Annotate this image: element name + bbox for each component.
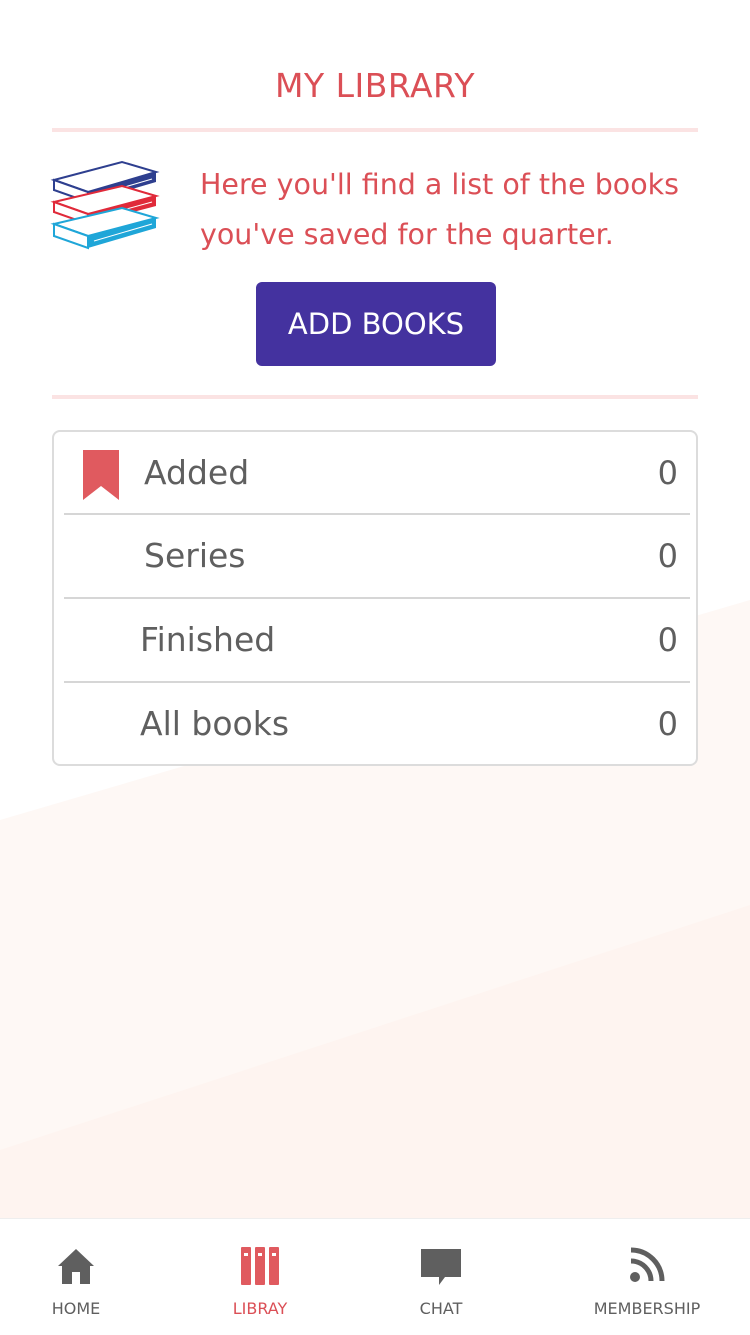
list-item-label: Finished — [140, 620, 276, 659]
intro-text: Here you'll find a list of the books you… — [200, 168, 680, 251]
tab-label: MEMBERSHIP — [593, 1299, 701, 1318]
tab-chat[interactable]: CHAT — [391, 1219, 491, 1335]
list-item-all-books[interactable]: All books 0 — [64, 683, 690, 765]
tab-label: CHAT — [419, 1299, 463, 1318]
bookmark-icon — [83, 450, 119, 500]
list-item-count: 0 — [657, 454, 678, 492]
list-item-label: All books — [140, 704, 290, 743]
header-divider — [52, 128, 698, 132]
tab-home[interactable]: HOME — [26, 1219, 126, 1335]
list-item-count: 0 — [657, 537, 678, 575]
home-icon — [58, 1249, 94, 1284]
list-item-count: 0 — [657, 621, 678, 659]
chat-icon — [421, 1249, 461, 1285]
books-stack-icon — [50, 160, 160, 250]
tab-label: LIBRAY — [232, 1299, 288, 1318]
page-title: MY LIBRARY — [274, 66, 476, 105]
library-icon — [241, 1247, 279, 1285]
rss-icon — [630, 1247, 665, 1282]
tab-label: HOME — [51, 1299, 101, 1318]
library-list: Added 0 Series 0 Finished 0 All books 0 — [52, 430, 698, 766]
list-item-added[interactable]: Added 0 — [64, 432, 690, 514]
section-divider — [52, 395, 698, 399]
list-item-finished[interactable]: Finished 0 — [64, 599, 690, 681]
bottom-tab-bar: HOME LIBRAY CHAT MEMBERSHIP — [0, 1218, 750, 1335]
tab-membership[interactable]: MEMBERSHIP — [586, 1219, 708, 1335]
list-item-series[interactable]: Series 0 — [64, 515, 690, 597]
list-item-label: Added — [144, 453, 250, 492]
list-item-label: Series — [144, 536, 246, 575]
add-books-button[interactable]: ADD BOOKS — [256, 282, 496, 366]
list-item-count: 0 — [657, 705, 678, 743]
tab-library[interactable]: LIBRAY — [210, 1219, 310, 1335]
